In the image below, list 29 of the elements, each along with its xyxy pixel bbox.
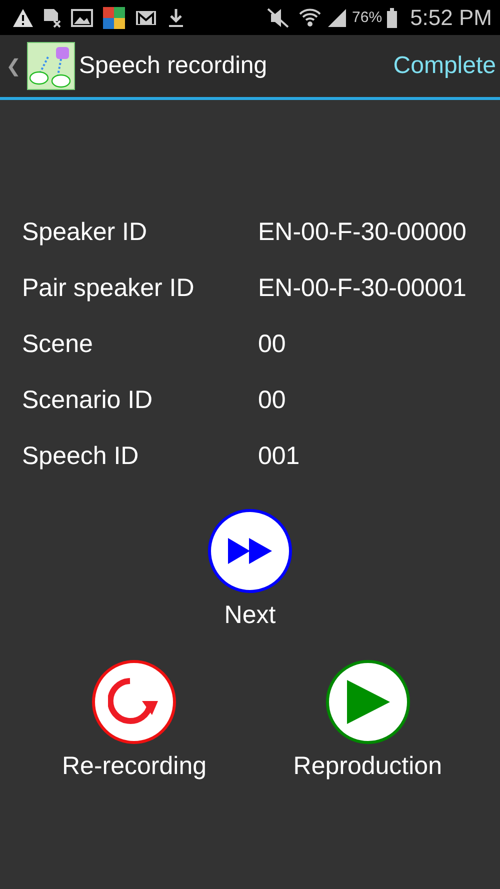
field-value: 00 — [258, 385, 286, 415]
field-value: EN-00-F-30-00001 — [258, 273, 466, 303]
battery-percent: 76% — [352, 9, 382, 26]
field-label: Scene — [22, 329, 94, 359]
image-icon — [70, 8, 94, 28]
field-value: 00 — [258, 329, 286, 359]
button-label: Next — [224, 601, 276, 630]
complete-button[interactable]: Complete — [393, 52, 496, 80]
screen-title: Speech recording — [79, 52, 268, 80]
app-logo-icon — [27, 42, 75, 90]
field-value: 001 — [258, 441, 300, 471]
download-icon — [166, 6, 186, 28]
field-label: Pair speaker ID — [22, 273, 196, 303]
button-label: Re-recording — [62, 752, 207, 781]
warning-icon — [12, 8, 34, 28]
app-icon — [102, 6, 126, 30]
redo-icon — [108, 677, 160, 727]
field-value: EN-00-F-30-00000 — [258, 217, 466, 247]
play-icon — [344, 678, 391, 726]
back-chevron[interactable]: ❮ — [6, 55, 21, 77]
battery-icon — [386, 6, 398, 28]
field-label: Speaker ID — [22, 217, 148, 247]
field-label: Scenario ID — [22, 385, 154, 415]
field-label: Speech ID — [22, 441, 140, 471]
fast-forward-icon — [227, 537, 273, 565]
sim-card-icon — [42, 6, 62, 28]
signal-icon — [326, 6, 348, 28]
clock-time: 5:52 PM — [410, 4, 492, 30]
button-label: Reproduction — [293, 752, 442, 781]
